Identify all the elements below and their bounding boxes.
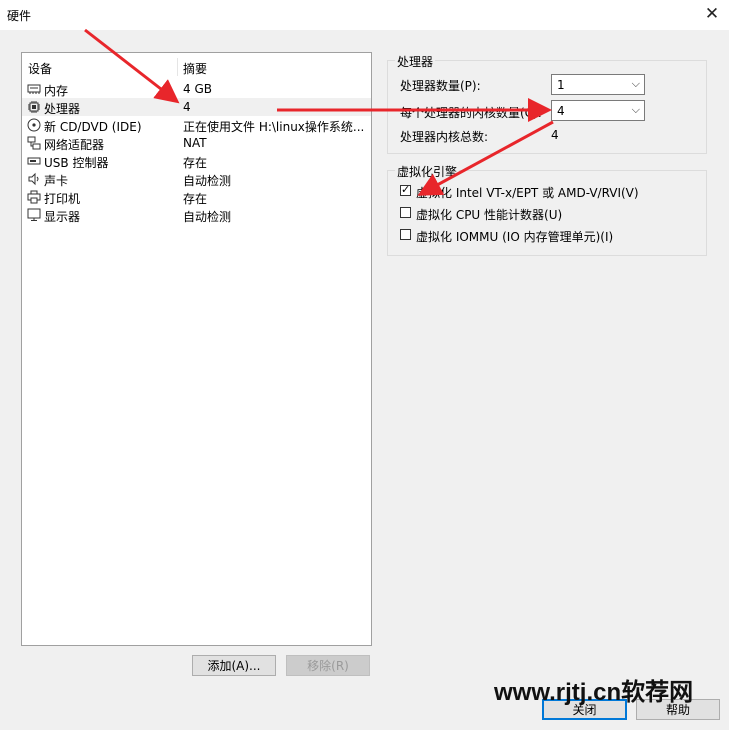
arrow-to-vtx-checkbox [417,120,554,196]
annotation-overlay [84,28,554,196]
arrow-to-processor-row [84,28,180,104]
